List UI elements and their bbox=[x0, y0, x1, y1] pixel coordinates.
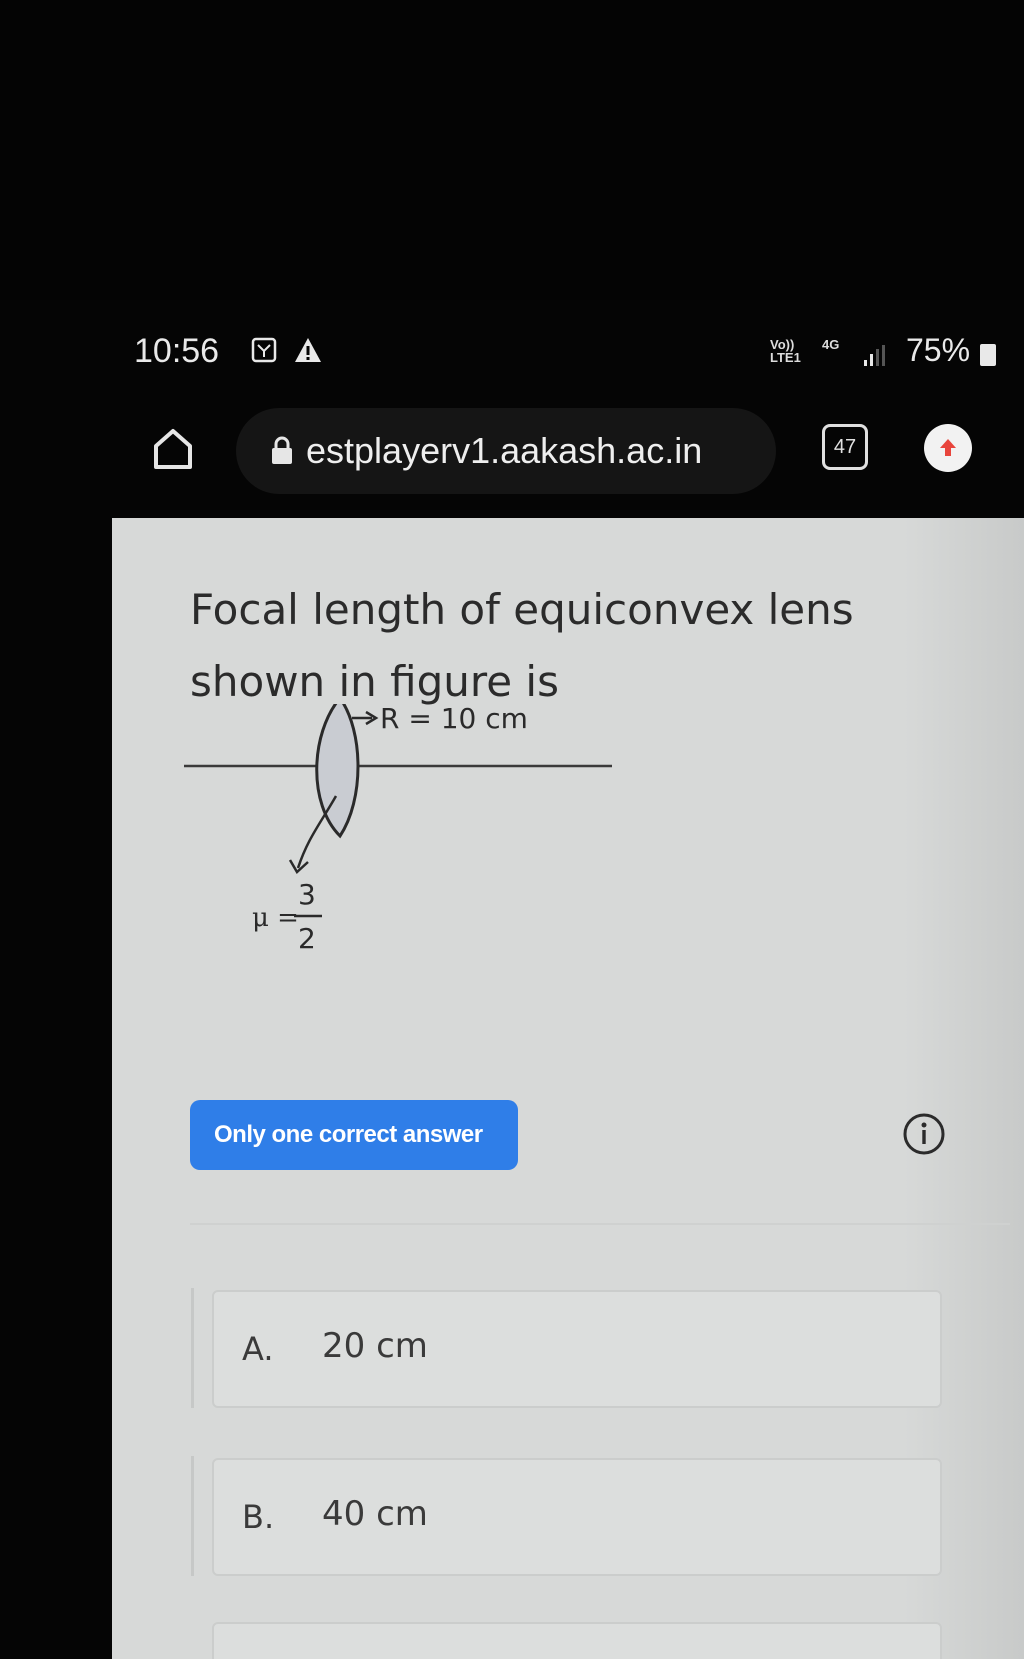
url-text: estplayerv1.aakash.ac.in bbox=[306, 430, 703, 471]
option-c-partial[interactable] bbox=[212, 1622, 942, 1659]
mu-arrow bbox=[296, 795, 338, 869]
warning-icon bbox=[295, 338, 321, 362]
status-time: 10:56 bbox=[134, 332, 220, 370]
mu-symbol: μ = bbox=[252, 903, 299, 933]
mu-denominator: 2 bbox=[298, 922, 316, 955]
address-bar[interactable]: estplayerv1.aakash.ac.in bbox=[236, 408, 776, 494]
option-rail bbox=[191, 1456, 194, 1576]
camera-dark-area bbox=[0, 0, 1024, 300]
notification-box-icon bbox=[251, 337, 277, 363]
option-a[interactable]: A. 20 cm bbox=[212, 1290, 942, 1408]
signal-strength-icon bbox=[864, 345, 885, 366]
option-b[interactable]: B. 40 cm bbox=[212, 1458, 942, 1576]
battery-percentage: 75% bbox=[906, 332, 971, 368]
network-4g-indicator: 4G bbox=[822, 337, 840, 352]
lock-icon bbox=[272, 436, 292, 464]
option-letter: A. bbox=[242, 1330, 274, 1368]
battery-icon bbox=[980, 344, 996, 366]
radius-label: R = 10 cm bbox=[380, 704, 528, 735]
status-bar: 10:56 Vo)) LTE1 4G 75% bbox=[0, 320, 1024, 380]
option-rail bbox=[191, 1288, 194, 1408]
option-letter: B. bbox=[242, 1498, 275, 1536]
question-text: Focal length of equiconvex lens shown in… bbox=[190, 585, 854, 706]
option-text: 20 cm bbox=[322, 1326, 428, 1366]
update-button[interactable] bbox=[924, 424, 972, 472]
mu-numerator: 3 bbox=[298, 878, 316, 911]
info-icon[interactable] bbox=[902, 1112, 946, 1156]
home-icon[interactable] bbox=[150, 426, 196, 472]
lens-figure: R = 10 cm μ = 3 2 bbox=[184, 704, 612, 955]
divider bbox=[190, 1223, 1010, 1225]
option-text: 40 cm bbox=[322, 1494, 428, 1534]
arrow-up-icon bbox=[940, 439, 956, 456]
volte-indicator: Vo)) LTE1 bbox=[770, 337, 801, 365]
question-page: Focal length of equiconvex lens shown in… bbox=[112, 518, 1024, 1659]
tab-switcher-button[interactable]: 47 bbox=[822, 424, 868, 470]
browser-toolbar: estplayerv1.aakash.ac.in 47 bbox=[0, 400, 1024, 500]
answer-type-badge: Only one correct answer bbox=[190, 1100, 518, 1170]
